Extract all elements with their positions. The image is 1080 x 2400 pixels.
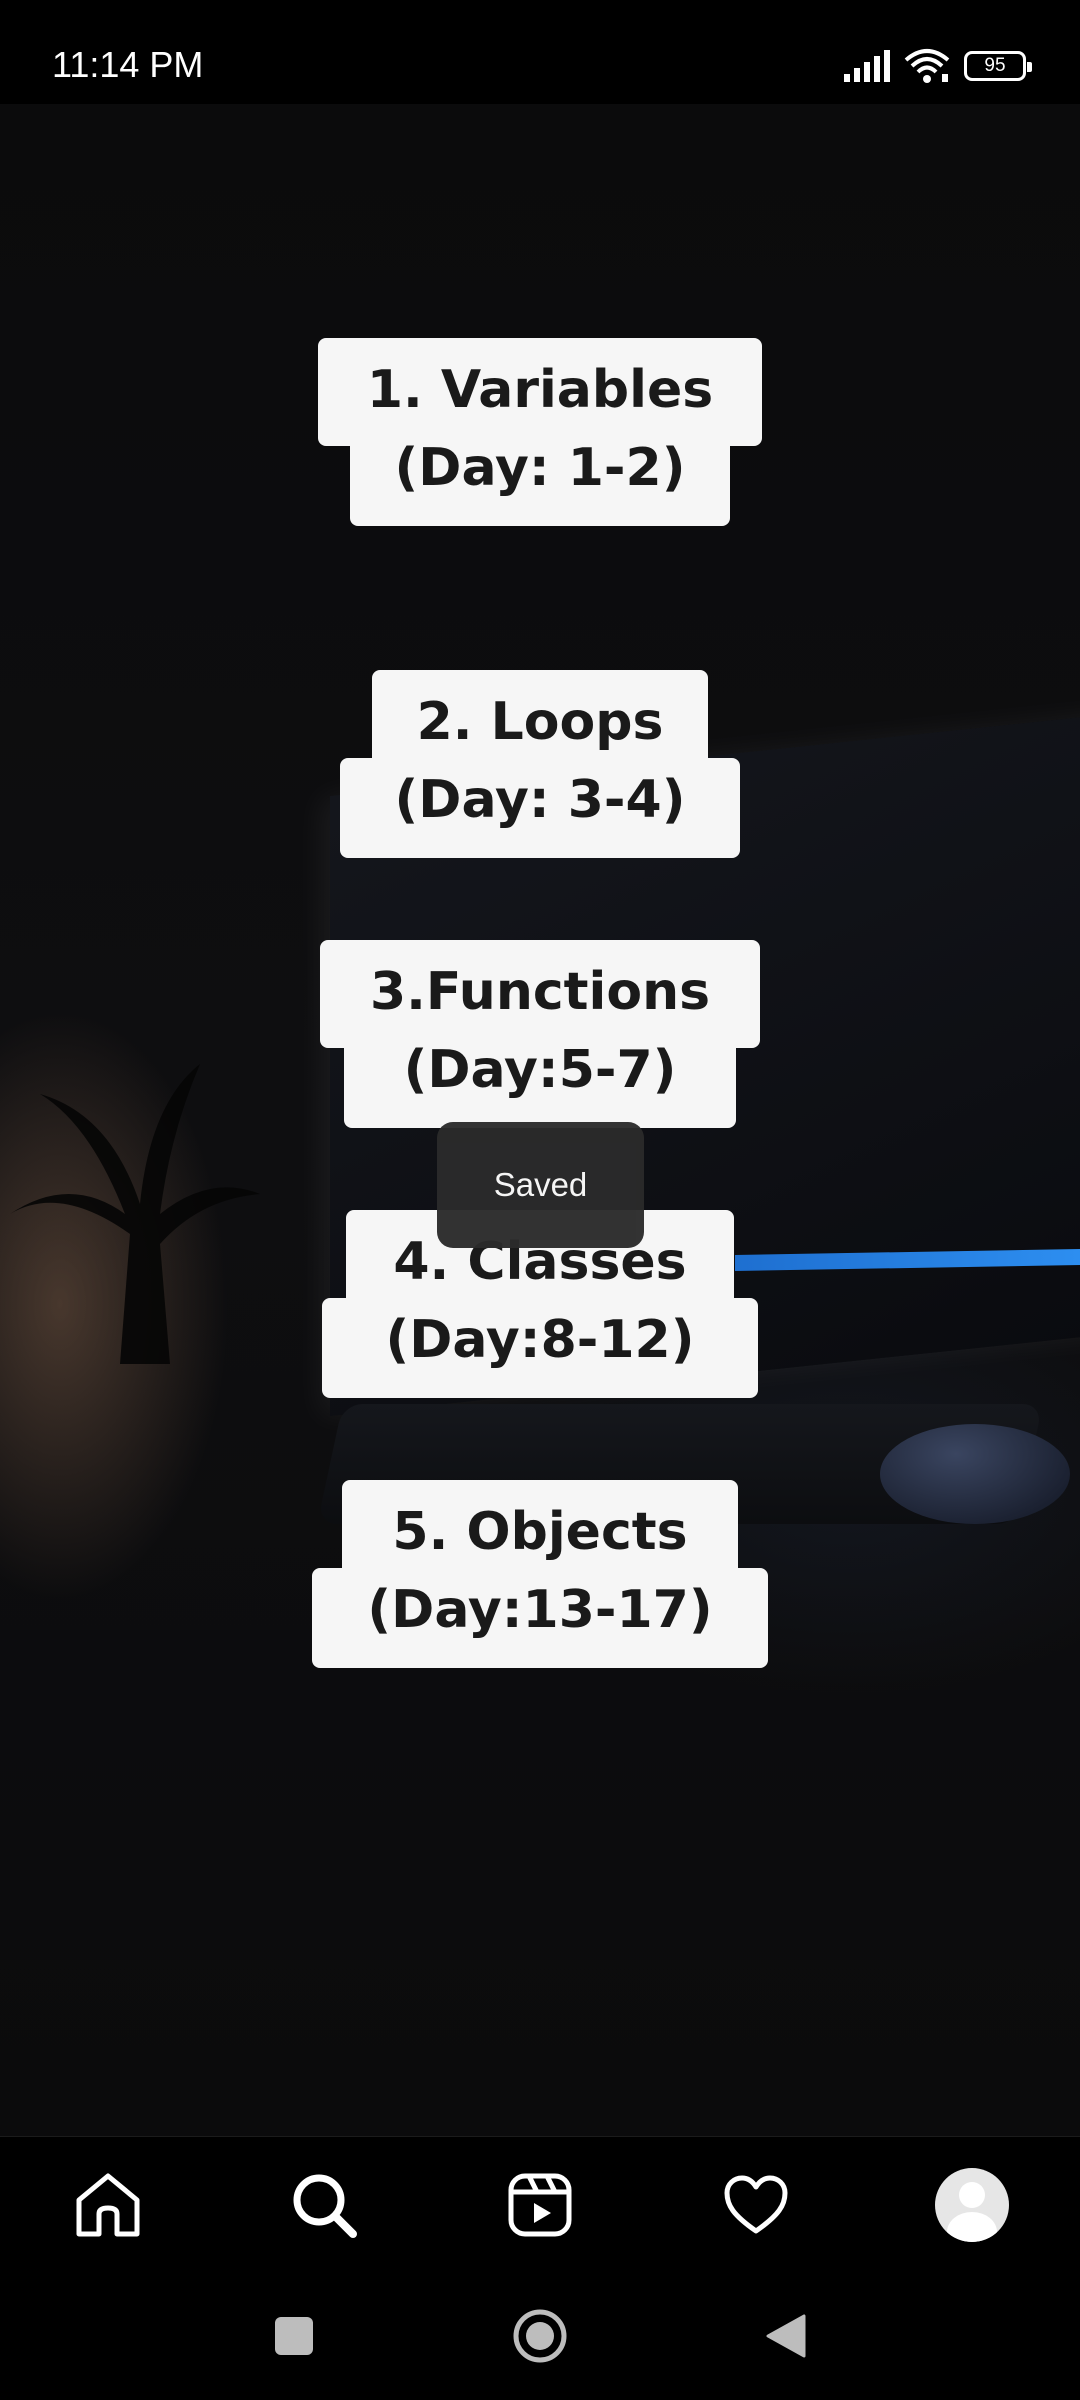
home-icon xyxy=(76,2173,140,2237)
nav-home-button[interactable] xyxy=(70,2167,146,2243)
nav-reels-button[interactable] xyxy=(502,2167,578,2243)
battery-icon: 95 xyxy=(964,51,1032,81)
recents-button[interactable] xyxy=(266,2308,322,2364)
profile-avatar xyxy=(935,2168,1009,2242)
reels-icon xyxy=(508,2173,572,2237)
plant-silhouette xyxy=(10,1064,260,1364)
topic-card-2: 2. Loops (Day: 3-4) xyxy=(340,670,740,858)
wifi-icon xyxy=(904,49,950,83)
toast-text: Saved xyxy=(493,1166,588,1203)
nav-profile-button[interactable] xyxy=(934,2167,1010,2243)
card-title: 2. Loops xyxy=(416,692,664,752)
nav-search-button[interactable] xyxy=(286,2167,362,2243)
card-days: (Day:8-12) xyxy=(385,1310,695,1370)
signal-icon xyxy=(844,50,890,82)
system-navigation-bar xyxy=(0,2272,1080,2400)
status-time: 11:14 PM xyxy=(52,44,204,85)
card-title: 1. Variables xyxy=(366,360,714,420)
card-days: (Day:13-17) xyxy=(367,1580,713,1640)
status-icons: 95 xyxy=(842,48,1032,84)
card-days: (Day: 1-2) xyxy=(394,438,686,498)
back-triangle-icon xyxy=(766,2314,806,2358)
status-bar: 11:14 PM 95 xyxy=(0,0,1080,104)
topic-card-5: 5. Objects (Day:13-17) xyxy=(312,1480,768,1668)
topic-card-3: 3.Functions (Day:5-7) xyxy=(320,940,760,1128)
saved-toast: Saved xyxy=(437,1122,644,1248)
card-days: (Day:5-7) xyxy=(403,1040,677,1100)
nav-activity-button[interactable] xyxy=(718,2167,794,2243)
topic-card-1: 1. Variables (Day: 1-2) xyxy=(318,338,762,526)
bottom-navigation xyxy=(0,2136,1080,2273)
card-title: 3.Functions xyxy=(369,962,711,1022)
search-icon xyxy=(293,2174,357,2238)
back-button[interactable] xyxy=(758,2308,814,2364)
recents-icon xyxy=(275,2317,313,2355)
battery-level: 95 xyxy=(984,55,1006,76)
card-title: 5. Objects xyxy=(392,1502,688,1562)
card-days: (Day: 3-4) xyxy=(394,770,686,830)
heart-icon xyxy=(724,2175,788,2234)
home-circle-icon xyxy=(513,2309,567,2363)
home-button[interactable] xyxy=(512,2308,568,2364)
mouse-background xyxy=(880,1424,1070,1524)
